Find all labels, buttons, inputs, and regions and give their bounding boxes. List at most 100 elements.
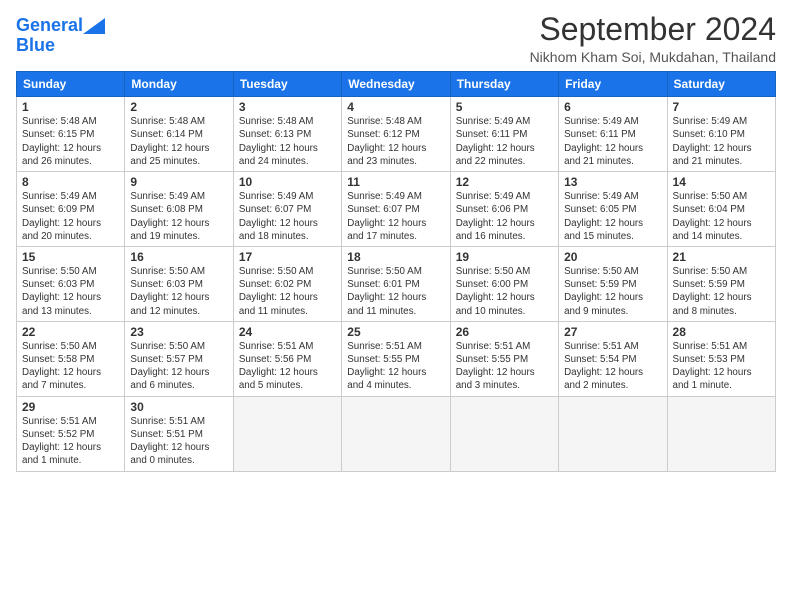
table-cell: 2 Sunrise: 5:48 AMSunset: 6:14 PMDayligh… [125, 97, 233, 172]
col-saturday: Saturday [667, 72, 775, 97]
day-info: Sunrise: 5:49 AMSunset: 6:07 PMDaylight:… [239, 190, 336, 243]
title-block: September 2024 Nikhom Kham Soi, Mukdahan… [530, 12, 776, 65]
col-sunday: Sunday [17, 72, 125, 97]
logo-text-general: General [16, 16, 83, 36]
header: General Blue September 2024 Nikhom Kham … [16, 12, 776, 65]
table-cell: 1 Sunrise: 5:48 AMSunset: 6:15 PMDayligh… [17, 97, 125, 172]
location-subtitle: Nikhom Kham Soi, Mukdahan, Thailand [530, 49, 776, 65]
day-number: 11 [347, 175, 444, 189]
day-number: 16 [130, 250, 227, 264]
day-info: Sunrise: 5:50 AMSunset: 5:57 PMDaylight:… [130, 340, 227, 393]
day-info: Sunrise: 5:50 AMSunset: 6:04 PMDaylight:… [673, 190, 770, 243]
table-cell [559, 396, 667, 471]
col-monday: Monday [125, 72, 233, 97]
calendar-header-row: Sunday Monday Tuesday Wednesday Thursday… [17, 72, 776, 97]
table-cell: 16 Sunrise: 5:50 AMSunset: 6:03 PMDaylig… [125, 246, 233, 321]
day-info: Sunrise: 5:51 AMSunset: 5:51 PMDaylight:… [130, 415, 227, 468]
day-info: Sunrise: 5:51 AMSunset: 5:54 PMDaylight:… [564, 340, 661, 393]
day-info: Sunrise: 5:50 AMSunset: 5:59 PMDaylight:… [564, 265, 661, 318]
table-cell: 6 Sunrise: 5:49 AMSunset: 6:11 PMDayligh… [559, 97, 667, 172]
day-number: 17 [239, 250, 336, 264]
table-cell [667, 396, 775, 471]
day-info: Sunrise: 5:50 AMSunset: 6:03 PMDaylight:… [22, 265, 119, 318]
table-cell: 5 Sunrise: 5:49 AMSunset: 6:11 PMDayligh… [450, 97, 558, 172]
day-number: 21 [673, 250, 770, 264]
day-info: Sunrise: 5:49 AMSunset: 6:07 PMDaylight:… [347, 190, 444, 243]
day-number: 8 [22, 175, 119, 189]
day-info: Sunrise: 5:48 AMSunset: 6:12 PMDaylight:… [347, 115, 444, 168]
table-row: 15 Sunrise: 5:50 AMSunset: 6:03 PMDaylig… [17, 246, 776, 321]
table-cell: 7 Sunrise: 5:49 AMSunset: 6:10 PMDayligh… [667, 97, 775, 172]
table-cell: 11 Sunrise: 5:49 AMSunset: 6:07 PMDaylig… [342, 172, 450, 247]
day-info: Sunrise: 5:49 AMSunset: 6:09 PMDaylight:… [22, 190, 119, 243]
table-cell: 4 Sunrise: 5:48 AMSunset: 6:12 PMDayligh… [342, 97, 450, 172]
day-info: Sunrise: 5:49 AMSunset: 6:05 PMDaylight:… [564, 190, 661, 243]
table-row: 29 Sunrise: 5:51 AMSunset: 5:52 PMDaylig… [17, 396, 776, 471]
day-info: Sunrise: 5:51 AMSunset: 5:53 PMDaylight:… [673, 340, 770, 393]
col-wednesday: Wednesday [342, 72, 450, 97]
day-info: Sunrise: 5:49 AMSunset: 6:06 PMDaylight:… [456, 190, 553, 243]
day-number: 23 [130, 325, 227, 339]
table-cell: 22 Sunrise: 5:50 AMSunset: 5:58 PMDaylig… [17, 321, 125, 396]
day-number: 14 [673, 175, 770, 189]
table-cell [233, 396, 341, 471]
col-tuesday: Tuesday [233, 72, 341, 97]
day-info: Sunrise: 5:50 AMSunset: 6:02 PMDaylight:… [239, 265, 336, 318]
table-cell: 15 Sunrise: 5:50 AMSunset: 6:03 PMDaylig… [17, 246, 125, 321]
day-number: 30 [130, 400, 227, 414]
day-number: 1 [22, 100, 119, 114]
day-number: 15 [22, 250, 119, 264]
table-cell: 21 Sunrise: 5:50 AMSunset: 5:59 PMDaylig… [667, 246, 775, 321]
day-number: 22 [22, 325, 119, 339]
day-number: 7 [673, 100, 770, 114]
table-cell: 8 Sunrise: 5:49 AMSunset: 6:09 PMDayligh… [17, 172, 125, 247]
day-info: Sunrise: 5:49 AMSunset: 6:08 PMDaylight:… [130, 190, 227, 243]
day-info: Sunrise: 5:50 AMSunset: 6:01 PMDaylight:… [347, 265, 444, 318]
day-info: Sunrise: 5:51 AMSunset: 5:52 PMDaylight:… [22, 415, 119, 468]
table-cell: 24 Sunrise: 5:51 AMSunset: 5:56 PMDaylig… [233, 321, 341, 396]
logo-text-blue: Blue [16, 35, 55, 55]
day-info: Sunrise: 5:50 AMSunset: 5:58 PMDaylight:… [22, 340, 119, 393]
month-title: September 2024 [530, 12, 776, 47]
day-info: Sunrise: 5:50 AMSunset: 5:59 PMDaylight:… [673, 265, 770, 318]
table-cell: 10 Sunrise: 5:49 AMSunset: 6:07 PMDaylig… [233, 172, 341, 247]
day-info: Sunrise: 5:49 AMSunset: 6:11 PMDaylight:… [564, 115, 661, 168]
logo: General Blue [16, 16, 105, 56]
table-cell: 13 Sunrise: 5:49 AMSunset: 6:05 PMDaylig… [559, 172, 667, 247]
table-cell: 27 Sunrise: 5:51 AMSunset: 5:54 PMDaylig… [559, 321, 667, 396]
calendar-table: Sunday Monday Tuesday Wednesday Thursday… [16, 71, 776, 471]
day-number: 6 [564, 100, 661, 114]
day-number: 24 [239, 325, 336, 339]
day-number: 4 [347, 100, 444, 114]
day-number: 19 [456, 250, 553, 264]
table-cell [342, 396, 450, 471]
day-info: Sunrise: 5:51 AMSunset: 5:55 PMDaylight:… [347, 340, 444, 393]
table-cell: 9 Sunrise: 5:49 AMSunset: 6:08 PMDayligh… [125, 172, 233, 247]
table-cell: 12 Sunrise: 5:49 AMSunset: 6:06 PMDaylig… [450, 172, 558, 247]
table-cell: 17 Sunrise: 5:50 AMSunset: 6:02 PMDaylig… [233, 246, 341, 321]
table-cell: 19 Sunrise: 5:50 AMSunset: 6:00 PMDaylig… [450, 246, 558, 321]
day-number: 9 [130, 175, 227, 189]
day-info: Sunrise: 5:50 AMSunset: 6:03 PMDaylight:… [130, 265, 227, 318]
day-number: 29 [22, 400, 119, 414]
day-info: Sunrise: 5:51 AMSunset: 5:55 PMDaylight:… [456, 340, 553, 393]
table-cell [450, 396, 558, 471]
table-cell: 28 Sunrise: 5:51 AMSunset: 5:53 PMDaylig… [667, 321, 775, 396]
day-number: 20 [564, 250, 661, 264]
day-info: Sunrise: 5:48 AMSunset: 6:14 PMDaylight:… [130, 115, 227, 168]
table-cell: 14 Sunrise: 5:50 AMSunset: 6:04 PMDaylig… [667, 172, 775, 247]
table-cell: 23 Sunrise: 5:50 AMSunset: 5:57 PMDaylig… [125, 321, 233, 396]
day-number: 3 [239, 100, 336, 114]
day-info: Sunrise: 5:48 AMSunset: 6:15 PMDaylight:… [22, 115, 119, 168]
table-row: 8 Sunrise: 5:49 AMSunset: 6:09 PMDayligh… [17, 172, 776, 247]
table-cell: 30 Sunrise: 5:51 AMSunset: 5:51 PMDaylig… [125, 396, 233, 471]
table-cell: 18 Sunrise: 5:50 AMSunset: 6:01 PMDaylig… [342, 246, 450, 321]
day-number: 12 [456, 175, 553, 189]
logo-icon [83, 18, 105, 34]
day-number: 10 [239, 175, 336, 189]
day-number: 2 [130, 100, 227, 114]
col-friday: Friday [559, 72, 667, 97]
day-number: 13 [564, 175, 661, 189]
day-number: 26 [456, 325, 553, 339]
day-info: Sunrise: 5:50 AMSunset: 6:00 PMDaylight:… [456, 265, 553, 318]
